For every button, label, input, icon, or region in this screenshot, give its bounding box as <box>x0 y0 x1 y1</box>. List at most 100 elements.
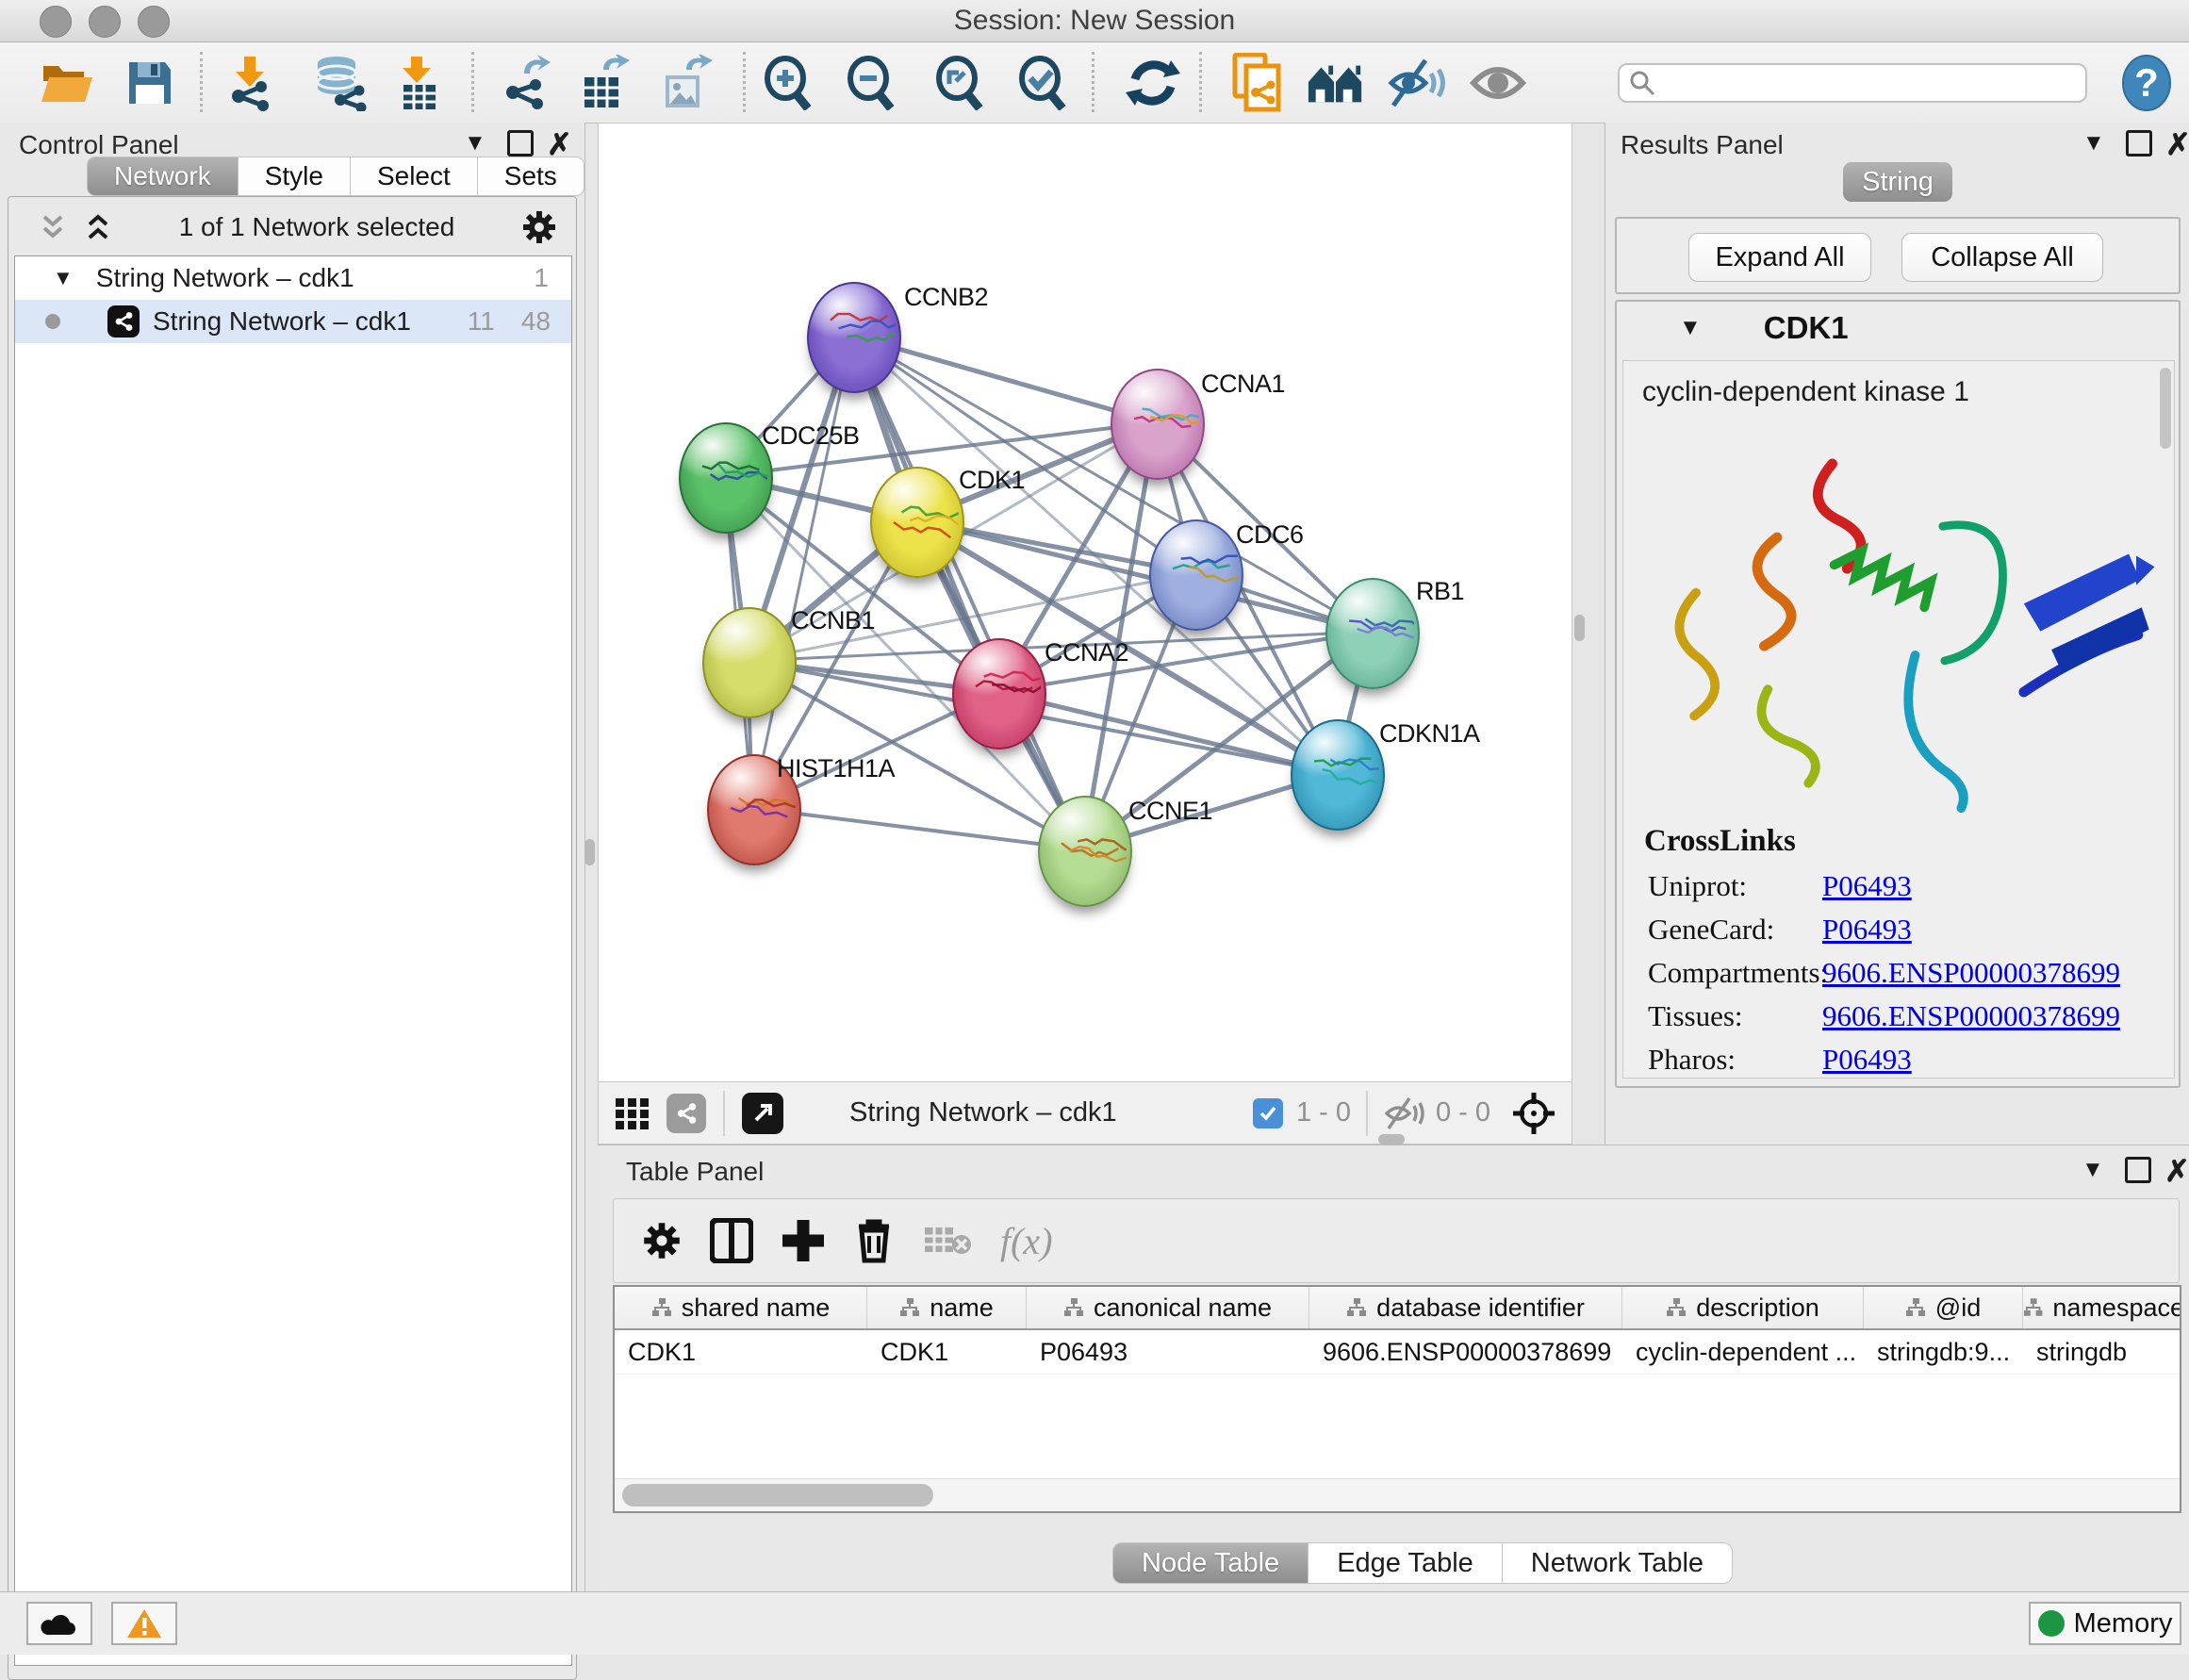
crosslink-link[interactable]: P06493 <box>1822 869 1912 903</box>
memory-status-dot-icon <box>2038 1610 2065 1637</box>
control-panel-float-icon[interactable] <box>507 130 534 156</box>
network-node-rb1[interactable] <box>1325 578 1420 689</box>
save-session-button[interactable] <box>121 54 179 112</box>
column-header-canonical-name[interactable]: canonical name <box>1027 1287 1309 1328</box>
search-input[interactable] <box>1618 63 2087 103</box>
tab-string[interactable]: String <box>1843 162 1952 202</box>
table-cell[interactable]: stringdb <box>2023 1330 2181 1374</box>
refresh-button[interactable] <box>1124 54 1182 112</box>
table-settings-gear-icon[interactable] <box>642 1221 682 1260</box>
network-options-gear-icon[interactable] <box>521 209 557 245</box>
tab-node-table[interactable]: Node Table <box>1112 1542 1308 1584</box>
network-node-ccnb1[interactable] <box>702 607 797 718</box>
import-table-file-button[interactable] <box>388 54 447 112</box>
warnings-button[interactable] <box>111 1602 177 1645</box>
first-neighbors-button[interactable] <box>1307 54 1365 112</box>
network-node-ccne1[interactable] <box>1038 796 1132 907</box>
results-panel-float-icon[interactable] <box>2126 130 2152 156</box>
zoom-fit-button[interactable] <box>930 54 988 112</box>
show-columns-icon[interactable] <box>710 1218 753 1263</box>
column-header--id[interactable]: @id <box>1864 1287 2023 1328</box>
results-panel-close-icon[interactable]: ✗ <box>2165 126 2189 162</box>
add-column-icon[interactable] <box>782 1218 825 1263</box>
selected-checkbox-icon[interactable] <box>1253 1098 1283 1128</box>
bottom-splitter-handle[interactable] <box>1378 1134 1405 1145</box>
zoom-out-button[interactable] <box>841 54 899 112</box>
network-row[interactable]: String Network – cdk1 11 48 <box>15 300 571 343</box>
fit-content-crosshair-icon[interactable] <box>1511 1091 1556 1136</box>
left-splitter-handle[interactable] <box>584 839 595 865</box>
gene-collapse-caret-icon[interactable]: ▼ <box>1679 315 1702 341</box>
right-splitter-handle[interactable] <box>1574 615 1585 641</box>
grid-view-icon[interactable] <box>616 1096 650 1130</box>
crosslink-link[interactable]: 9606.ENSP00000378699 <box>1822 999 2120 1033</box>
expand-collapse-section: Expand All Collapse All <box>1615 217 2181 294</box>
table-row[interactable]: CDK1CDK1P064939606.ENSP00000378699cyclin… <box>615 1330 2180 1375</box>
export-table-button[interactable] <box>575 54 634 112</box>
network-node-ccna1[interactable] <box>1111 369 1205 480</box>
show-hide-graphics-details-button[interactable] <box>1388 54 1446 112</box>
export-network-button[interactable] <box>498 54 556 112</box>
network-node-cdk1[interactable] <box>870 467 964 578</box>
crosslink-link[interactable]: P06493 <box>1822 1043 1912 1077</box>
help-button[interactable]: ? <box>2117 54 2176 112</box>
export-image-button[interactable] <box>656 54 715 112</box>
eye-button[interactable] <box>1469 54 1527 112</box>
control-panel-collapse-icon[interactable]: ▼ <box>464 130 486 156</box>
network-node-cdc25b[interactable] <box>679 422 773 534</box>
table-cell[interactable]: cyclin-dependent ... <box>1622 1330 1864 1374</box>
memory-button[interactable]: Memory <box>2029 1602 2181 1645</box>
network-node-cdc6[interactable] <box>1149 519 1243 631</box>
column-header-database-identifier[interactable]: database identifier <box>1309 1287 1622 1328</box>
network-share-icon[interactable] <box>667 1094 706 1133</box>
network-canvas[interactable]: CCNB2CCNA1CDC25BCDK1CDC6RB1CCNB1CCNA2CDK… <box>598 123 1572 1082</box>
network-node-cdkn1a[interactable] <box>1291 719 1385 831</box>
table-panel-float-icon[interactable] <box>2125 1157 2151 1183</box>
table-panel-close-icon[interactable]: ✗ <box>2164 1153 2189 1189</box>
crosslink-row: Tissues:9606.ENSP00000378699 <box>1623 995 2174 1038</box>
zoom-selected-button[interactable] <box>1012 54 1071 112</box>
table-cell[interactable]: CDK1 <box>867 1330 1027 1374</box>
table-cell[interactable]: CDK1 <box>615 1330 867 1374</box>
network-node-ccna2[interactable] <box>952 638 1046 749</box>
tab-network[interactable]: Network <box>87 156 239 196</box>
cloud-button[interactable] <box>26 1602 92 1645</box>
network-node-ccnb2[interactable] <box>807 282 901 393</box>
collapse-all-button[interactable]: Collapse All <box>1901 233 2103 282</box>
import-network-database-button[interactable] <box>311 54 370 112</box>
results-panel-collapse-icon[interactable]: ▼ <box>2082 130 2105 156</box>
tab-sets[interactable]: Sets <box>478 156 584 196</box>
tab-select[interactable]: Select <box>351 156 478 196</box>
column-header-description[interactable]: description <box>1622 1287 1864 1328</box>
table-horizontal-scrollbar[interactable] <box>615 1478 2180 1511</box>
new-network-from-selection-button[interactable] <box>1227 54 1286 112</box>
table-cell[interactable]: 9606.ENSP00000378699 <box>1309 1330 1622 1374</box>
column-header-shared-name[interactable]: shared name <box>615 1287 867 1328</box>
tab-edge-table[interactable]: Edge Table <box>1308 1542 1503 1584</box>
expand-all-button[interactable]: Expand All <box>1688 233 1871 282</box>
delete-column-icon[interactable] <box>853 1217 895 1264</box>
crosslink-link[interactable]: 9606.ENSP00000378699 <box>1822 956 2120 990</box>
birds-eye-view-icon[interactable] <box>742 1093 783 1134</box>
zoom-in-button[interactable] <box>758 54 816 112</box>
crosslink-link[interactable]: P06493 <box>1822 913 1912 947</box>
table-cell[interactable]: stringdb:9... <box>1864 1330 2023 1374</box>
scrollbar-thumb[interactable] <box>622 1484 933 1507</box>
zoom-out-icon <box>844 56 897 110</box>
collapse-all-networks-icon[interactable] <box>84 213 112 241</box>
expand-all-networks-icon[interactable] <box>39 213 67 241</box>
table-cell[interactable]: P06493 <box>1027 1330 1309 1374</box>
table-panel-collapse-icon[interactable]: ▼ <box>2082 1157 2104 1183</box>
results-scrollbar[interactable] <box>2160 368 2171 449</box>
network-collection-row[interactable]: ▼ String Network – cdk1 1 <box>15 256 571 300</box>
column-header-name[interactable]: name <box>867 1287 1027 1328</box>
import-network-file-button[interactable] <box>221 54 279 112</box>
protein-ribbon-thumbnail <box>1327 580 1414 684</box>
cloud-icon <box>41 1610 78 1637</box>
tab-network-table[interactable]: Network Table <box>1503 1542 1733 1584</box>
tab-style[interactable]: Style <box>239 156 351 196</box>
svg-text:?: ? <box>2134 60 2159 105</box>
collection-caret-icon[interactable]: ▼ <box>53 266 74 290</box>
column-header-namespace[interactable]: namespace <box>2023 1287 2181 1328</box>
open-session-button[interactable] <box>38 54 96 112</box>
